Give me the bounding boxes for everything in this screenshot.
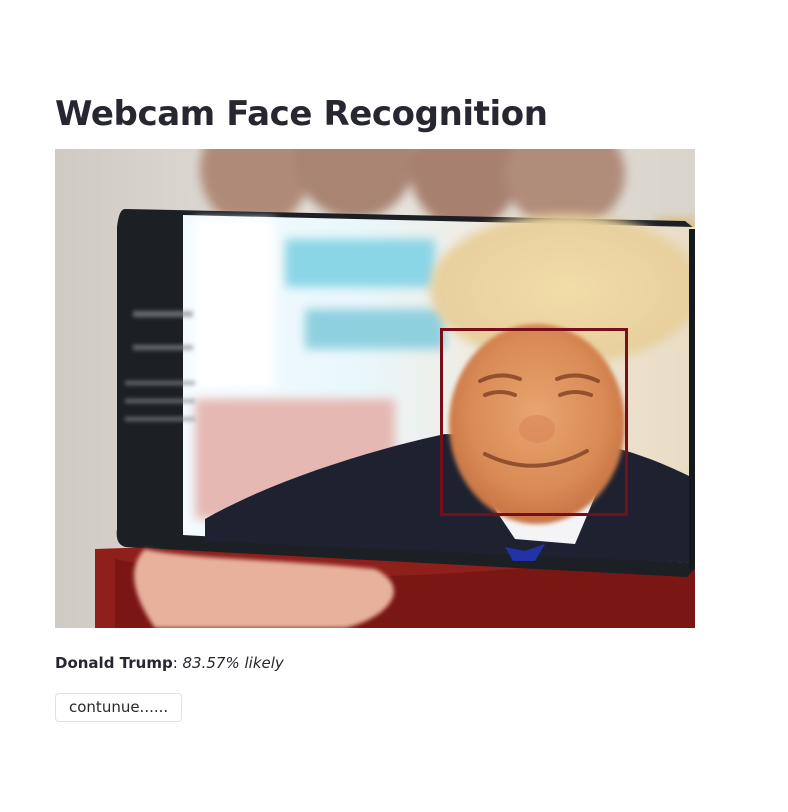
recognized-name: Donald Trump	[55, 654, 173, 672]
continue-button[interactable]: contunue......	[55, 693, 183, 722]
result-separator: :	[172, 654, 183, 672]
webcam-image	[55, 149, 695, 628]
page-title: Webcam Face Recognition	[55, 94, 548, 134]
recognition-probability: 83.57% likely	[182, 654, 284, 672]
recognition-result: Donald Trump: 83.57% likely	[55, 654, 284, 672]
face-detection-box	[440, 328, 628, 516]
